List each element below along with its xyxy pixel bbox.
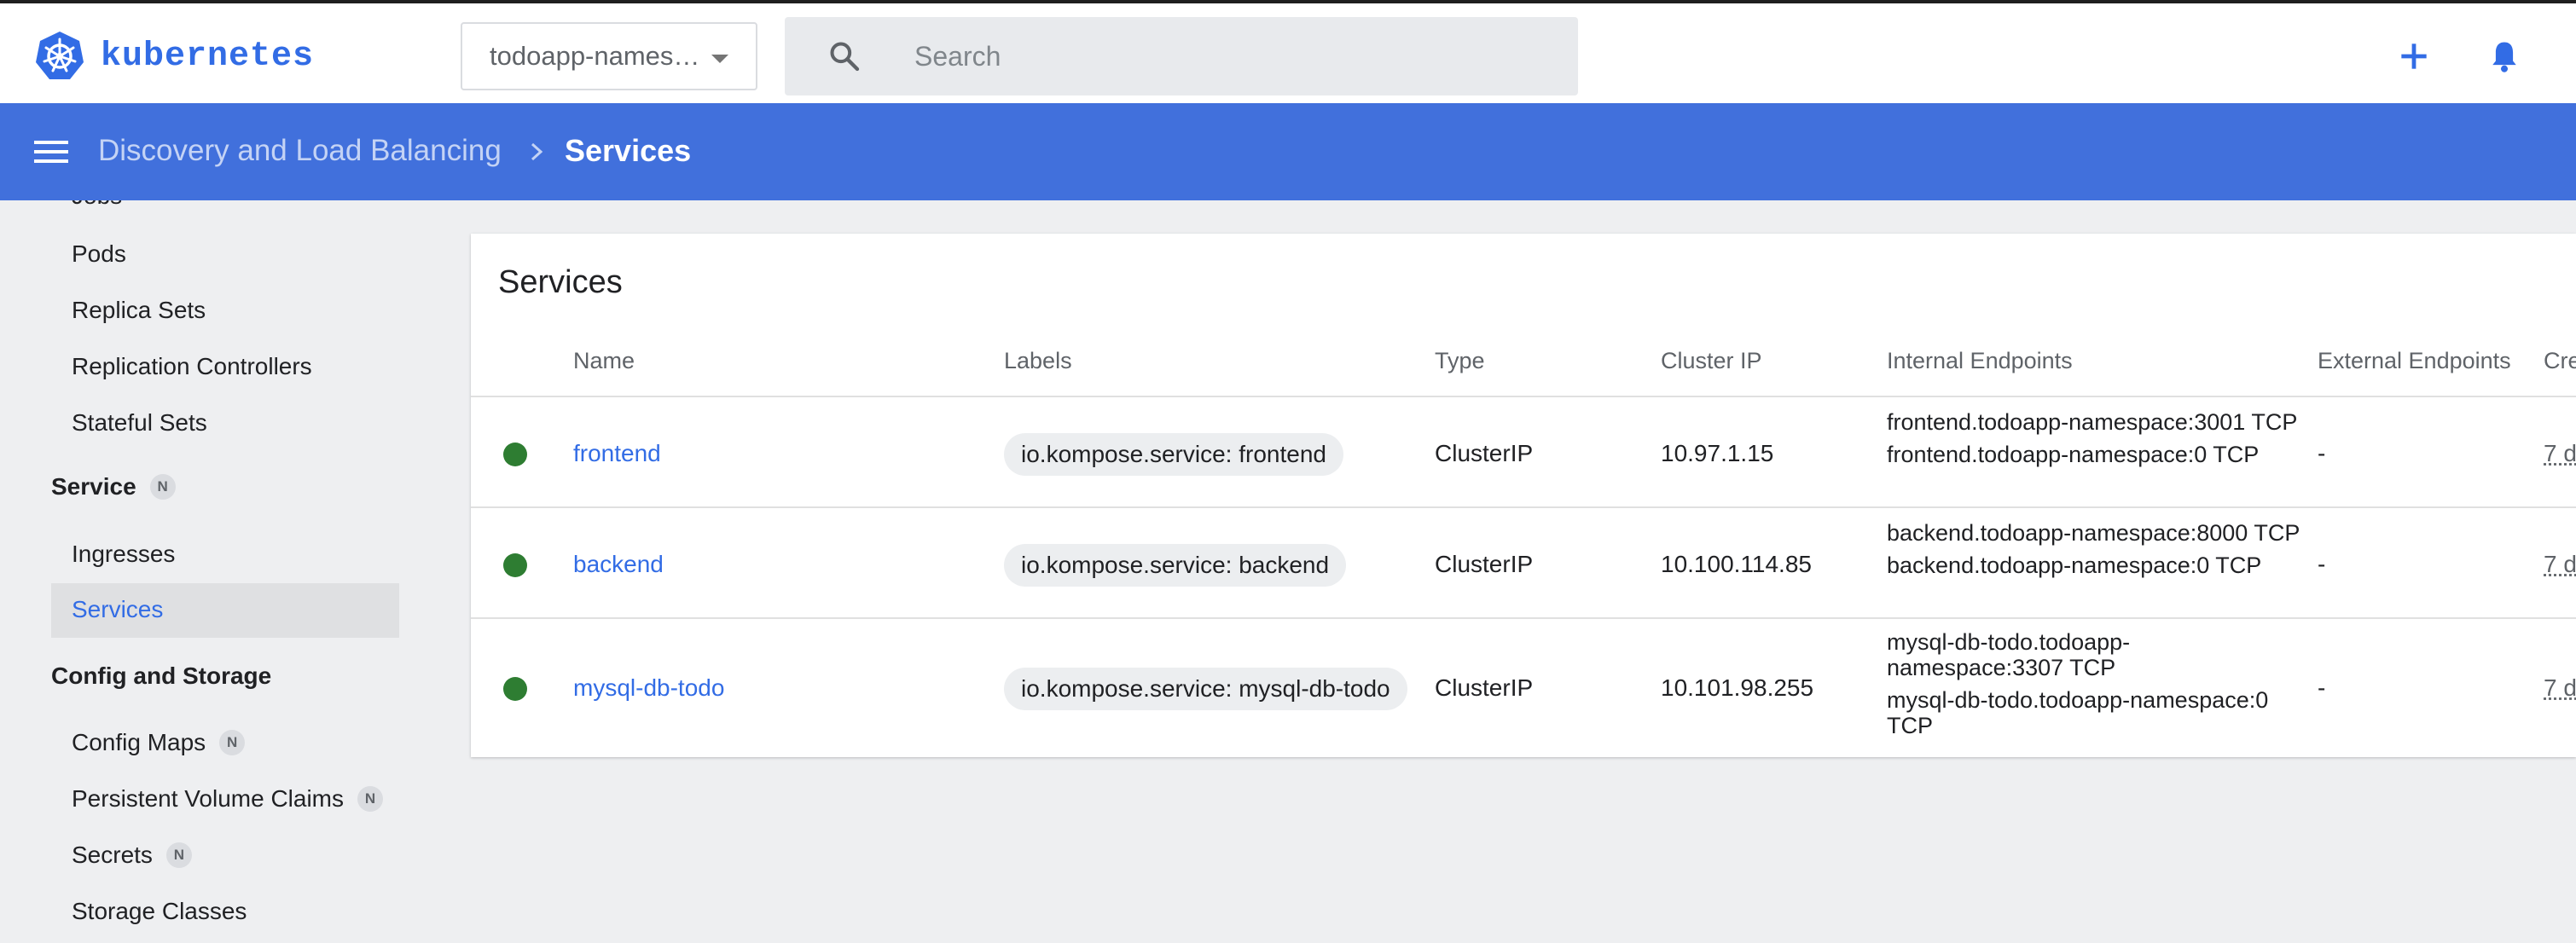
sidebar-section-service[interactable]: Service N [51, 473, 176, 500]
top-app-bar: kubernetes todoapp-names… [0, 0, 2576, 103]
service-name-link[interactable]: backend [573, 551, 664, 578]
internal-endpoints: mysql-db-todo.todoapp-namespace:3307 TCP… [1887, 629, 2288, 745]
add-icon[interactable] [2395, 38, 2433, 75]
sidebar-section-config-storage[interactable]: Config and Storage [51, 662, 271, 690]
kubernetes-helm-icon [36, 32, 84, 79]
internal-endpoint: backend.todoapp-namespace:0 TCP [1887, 552, 2262, 578]
bell-icon[interactable] [2486, 38, 2523, 75]
column-header-internal-endpoints: Internal Endpoints [1887, 348, 2073, 373]
services-card: Services Name Labels Type Cluster IP Int… [471, 234, 2576, 757]
sidebar-item-services-label[interactable]: Services [72, 596, 163, 623]
service-name-link[interactable]: frontend [573, 440, 661, 467]
created-age: 7 d [2544, 440, 2576, 466]
page-header: Discovery and Load Balancing Services [0, 103, 2576, 200]
cluster-ip: 10.100.114.85 [1661, 551, 1812, 577]
internal-endpoint: mysql-db-todo.todoapp-namespace:0 TCP [1887, 687, 2269, 738]
column-header-created[interactable]: Cre [2544, 348, 2576, 374]
label-chip: io.kompose.service: mysql-db-todo [1004, 668, 1407, 710]
namespaced-badge: N [357, 786, 384, 812]
column-header-cluster-ip: Cluster IP [1661, 348, 1762, 373]
column-header-type: Type [1435, 348, 1485, 373]
internal-endpoints: frontend.todoapp-namespace:3001 TCP fron… [1887, 409, 2313, 474]
label-chip: io.kompose.service: backend [1004, 544, 1347, 587]
internal-endpoint: mysql-db-todo.todoapp-namespace:3307 TCP [1887, 629, 2131, 680]
sidebar-section-label: Service [51, 473, 136, 500]
sidebar-item-label: Ingresses [72, 541, 176, 567]
search-input[interactable] [914, 34, 1546, 78]
sidebar-item-label: Replication Controllers [72, 353, 312, 379]
external-endpoints: - [2318, 551, 2326, 577]
label-chip: io.kompose.service: frontend [1004, 433, 1343, 476]
column-header-name[interactable]: Name [573, 348, 635, 374]
sidebar-item-config-maps[interactable]: Config Maps N [72, 729, 246, 756]
sidebar-item-persistent-volume-claims[interactable]: Persistent Volume Claims N [72, 785, 384, 813]
namespace-select[interactable]: todoapp-names… [461, 22, 757, 90]
namespaced-badge: N [165, 842, 192, 868]
sidebar-item-stateful-sets[interactable]: Stateful Sets [72, 409, 207, 437]
cluster-ip: 10.97.1.15 [1661, 440, 1774, 466]
sidebar-item-replica-sets[interactable]: Replica Sets [72, 297, 206, 324]
sidebar-item-label: Storage Classes [72, 898, 247, 924]
sidebar-item-label: Secrets [72, 842, 153, 868]
sidebar-section-label: Config and Storage [51, 662, 272, 689]
column-header-external-endpoints: External Endpoints [2318, 348, 2511, 373]
search-bar[interactable] [785, 17, 1578, 95]
sidebar-item-label: Services [72, 596, 164, 622]
kubernetes-logo[interactable]: kubernetes [34, 29, 314, 84]
cluster-ip: 10.101.98.255 [1661, 674, 1814, 701]
sidebar-item-label: Persistent Volume Claims [72, 785, 345, 812]
internal-endpoints: backend.todoapp-namespace:8000 TCP backe… [1887, 520, 2313, 585]
sidebar-item-replication-controllers[interactable]: Replication Controllers [72, 353, 312, 380]
sidebar-item-label: Config Maps [72, 729, 206, 755]
sidebar-item-secrets[interactable]: Secrets N [72, 842, 192, 869]
status-ok-icon [503, 677, 527, 701]
sidebar-item-jobs[interactable]: Jobs [72, 200, 122, 210]
created-age: 7 d [2544, 674, 2576, 701]
app-name: kubernetes [101, 37, 315, 76]
sidebar-item-label: Pods [72, 240, 126, 267]
table-row: frontend io.kompose.service: frontend Cl… [471, 396, 2576, 506]
chevron-right-icon [531, 142, 543, 161]
menu-icon[interactable] [34, 137, 68, 166]
sidebar-item-storage-classes[interactable]: Storage Classes [72, 898, 247, 925]
created-age: 7 d [2544, 551, 2576, 577]
service-name-link[interactable]: mysql-db-todo [573, 674, 724, 702]
caret-down-icon [711, 55, 728, 63]
namespaced-badge: N [219, 730, 246, 755]
table-row: mysql-db-todo io.kompose.service: mysql-… [471, 617, 2576, 757]
search-icon [830, 42, 860, 72]
internal-endpoint: backend.todoapp-namespace:8000 TCP [1887, 520, 2300, 546]
column-header-labels: Labels [1004, 348, 1072, 373]
status-ok-icon [503, 443, 527, 466]
sidebar-item-ingresses[interactable]: Ingresses [72, 541, 175, 568]
card-title: Services [498, 264, 623, 300]
namespaced-badge: N [149, 474, 176, 500]
service-type: ClusterIP [1435, 551, 1534, 577]
internal-endpoint: frontend.todoapp-namespace:3001 TCP [1887, 409, 2298, 435]
sidebar-item-pods[interactable]: Pods [72, 240, 126, 268]
sidebar-item-label: Stateful Sets [72, 409, 207, 436]
internal-endpoint: frontend.todoapp-namespace:0 TCP [1887, 442, 2260, 467]
status-ok-icon [503, 553, 527, 577]
sidebar-item-label: Jobs [72, 200, 122, 210]
service-type: ClusterIP [1435, 440, 1534, 466]
service-type: ClusterIP [1435, 674, 1534, 701]
table-row: backend io.kompose.service: backend Clus… [471, 506, 2576, 617]
breadcrumb-parent[interactable]: Discovery and Load Balancing [98, 134, 502, 168]
external-endpoints: - [2318, 674, 2326, 701]
sidebar: Jobs Pods Replica Sets Replication Contr… [0, 200, 452, 943]
page-title: Services [565, 133, 692, 168]
external-endpoints: - [2318, 440, 2326, 466]
namespace-value: todoapp-names… [490, 41, 700, 71]
sidebar-item-label: Replica Sets [72, 297, 206, 323]
